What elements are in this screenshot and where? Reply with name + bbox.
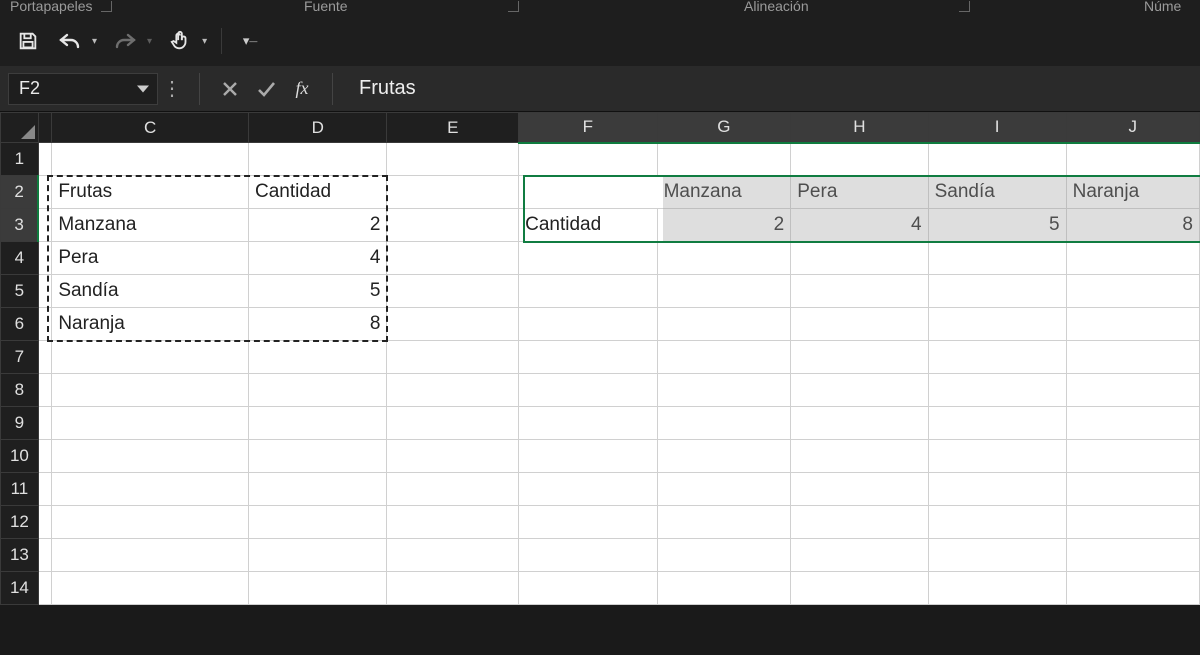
cell[interactable]: Cantidad	[249, 176, 387, 209]
cell[interactable]: Manzana	[52, 209, 249, 242]
name-box[interactable]: F2	[8, 73, 158, 105]
select-all-corner[interactable]	[1, 113, 39, 143]
cell[interactable]: 5	[928, 209, 1066, 242]
cell[interactable]: Manzana	[657, 176, 791, 209]
group-fuente: Fuente	[304, 0, 519, 14]
divider	[332, 73, 333, 105]
row-header[interactable]: 8	[1, 374, 39, 407]
caret-down-icon[interactable]	[137, 85, 149, 92]
cell[interactable]: Frutas	[519, 176, 657, 209]
worksheet[interactable]: C D E F G H I J 1 2 Frutas Cantidad Frut…	[0, 112, 1200, 605]
col-header-j[interactable]: J	[1066, 113, 1199, 143]
row-header[interactable]: 9	[1, 407, 39, 440]
fx-icon[interactable]: fx	[284, 78, 320, 99]
cell[interactable]: Sandía	[928, 176, 1066, 209]
redo-dropdown-icon[interactable]: ▾	[147, 36, 152, 47]
accept-formula-icon[interactable]	[248, 80, 284, 98]
cell[interactable]: 2	[249, 209, 387, 242]
cancel-formula-icon[interactable]	[212, 80, 248, 98]
cell[interactable]: 8	[1066, 209, 1199, 242]
col-header-d[interactable]: D	[249, 113, 387, 143]
col-header-i[interactable]: I	[928, 113, 1066, 143]
row-header[interactable]: 11	[1, 473, 39, 506]
row-header[interactable]: 3	[1, 209, 39, 242]
touch-dropdown-icon[interactable]: ▾	[202, 36, 207, 47]
touch-mode-icon[interactable]	[166, 27, 194, 55]
undo-dropdown-icon[interactable]: ▾	[92, 36, 97, 47]
cell[interactable]: 4	[249, 242, 387, 275]
cell[interactable]: 5	[249, 275, 387, 308]
dialog-launcher-icon[interactable]	[101, 1, 112, 12]
save-icon[interactable]	[14, 27, 42, 55]
cell[interactable]: 8	[249, 308, 387, 341]
cell[interactable]: Pera	[52, 242, 249, 275]
cell[interactable]: Frutas	[52, 176, 249, 209]
cell[interactable]: 2	[657, 209, 791, 242]
group-portapapeles: Portapapeles	[10, 0, 112, 14]
cell[interactable]: Cantidad	[519, 209, 657, 242]
formula-value: Frutas	[359, 77, 416, 99]
col-header-h[interactable]: H	[791, 113, 928, 143]
cell[interactable]: Pera	[791, 176, 928, 209]
row-header[interactable]: 10	[1, 440, 39, 473]
customize-qat-icon[interactable]: ▾—	[236, 27, 264, 55]
col-header-c[interactable]: C	[52, 113, 249, 143]
row-header[interactable]: 1	[1, 143, 39, 176]
row-header[interactable]: 4	[1, 242, 39, 275]
vertical-dots-icon[interactable]: ⋮	[158, 76, 187, 101]
cell[interactable]: Sandía	[52, 275, 249, 308]
col-header[interactable]	[38, 113, 52, 143]
row-header[interactable]: 5	[1, 275, 39, 308]
formula-input[interactable]: Frutas	[345, 77, 1200, 100]
row-header[interactable]: 6	[1, 308, 39, 341]
cell[interactable]: Naranja	[52, 308, 249, 341]
divider	[199, 73, 200, 105]
group-alineacion: Alineación	[744, 0, 970, 14]
dialog-launcher-icon[interactable]	[508, 1, 519, 12]
name-box-value: F2	[19, 78, 40, 99]
quick-access-toolbar: ▾ ▾ ▾ ▾—	[0, 16, 1200, 66]
row-header[interactable]: 2	[1, 176, 39, 209]
dialog-launcher-icon[interactable]	[959, 1, 970, 12]
grid-body[interactable]: 1 2 Frutas Cantidad Frutas Manzana Pera …	[1, 143, 1200, 605]
redo-icon[interactable]	[111, 27, 139, 55]
row-header[interactable]: 12	[1, 506, 39, 539]
cell[interactable]: 4	[791, 209, 928, 242]
cell[interactable]: Naranja	[1066, 176, 1199, 209]
row-header[interactable]: 7	[1, 341, 39, 374]
grid[interactable]: C D E F G H I J 1 2 Frutas Cantidad Frut…	[0, 112, 1200, 605]
ribbon-group-labels: Portapapeles Fuente Alineación Núme	[0, 0, 1200, 16]
group-numero: Núme	[1144, 0, 1181, 14]
row-header[interactable]: 14	[1, 572, 39, 605]
col-header-f[interactable]: F	[519, 113, 657, 143]
col-header-e[interactable]: E	[387, 113, 519, 143]
row-header[interactable]: 13	[1, 539, 39, 572]
formula-bar: F2 ⋮ fx Frutas	[0, 66, 1200, 112]
separator	[221, 28, 222, 54]
undo-icon[interactable]	[56, 27, 84, 55]
col-header-g[interactable]: G	[657, 113, 791, 143]
